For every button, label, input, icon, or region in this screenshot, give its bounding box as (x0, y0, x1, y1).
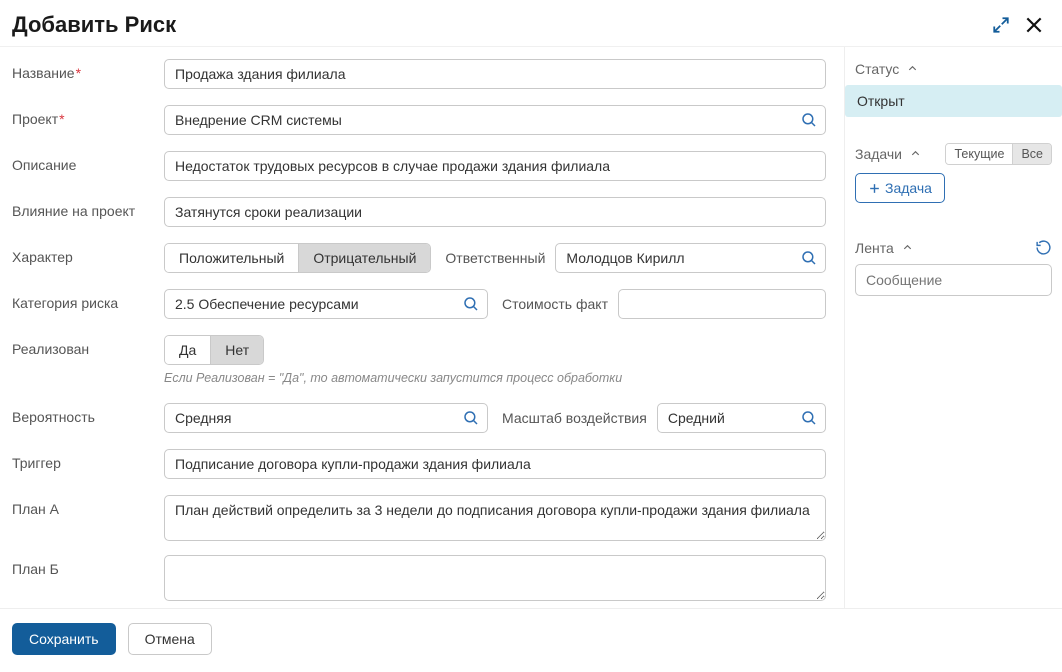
label-name: Название (12, 59, 164, 81)
add-task-label: Задача (885, 180, 932, 196)
status-section-header[interactable]: Статус (855, 61, 1052, 77)
realized-yes[interactable]: Да (165, 336, 210, 364)
header-actions (992, 15, 1044, 35)
feed-section-label: Лента (855, 240, 894, 256)
impact-input[interactable] (164, 197, 826, 227)
label-description: Описание (12, 151, 164, 173)
actual-cost-input[interactable] (618, 289, 826, 319)
nature-toggle: Положительный Отрицательный (164, 243, 431, 273)
plan-a-textarea[interactable] (164, 495, 826, 541)
label-impact: Влияние на проект (12, 197, 164, 219)
trigger-input[interactable] (164, 449, 826, 479)
nature-positive[interactable]: Положительный (165, 244, 298, 272)
plus-icon (868, 182, 881, 195)
feed-message-input[interactable] (855, 264, 1052, 296)
add-task-button[interactable]: Задача (855, 173, 945, 203)
expand-icon[interactable] (992, 16, 1010, 34)
status-badge[interactable]: Открыт (845, 85, 1062, 117)
label-actual-cost: Стоимость факт (502, 296, 608, 312)
dialog-footer: Сохранить Отмена (0, 608, 1062, 669)
label-trigger: Триггер (12, 449, 164, 471)
label-project: Проект (12, 105, 164, 127)
project-lookup[interactable] (164, 105, 826, 135)
feed-section-header[interactable]: Лента (855, 239, 1052, 256)
close-icon[interactable] (1024, 15, 1044, 35)
label-plan-a: План А (12, 495, 164, 517)
realized-no[interactable]: Нет (210, 336, 263, 364)
status-section-label: Статус (855, 61, 899, 77)
tasks-filter-all[interactable]: Все (1012, 144, 1051, 164)
category-lookup[interactable] (164, 289, 488, 319)
plan-b-textarea[interactable] (164, 555, 826, 601)
search-icon[interactable] (800, 111, 818, 129)
chevron-up-icon (907, 63, 918, 74)
search-icon[interactable] (462, 295, 480, 313)
label-probability: Вероятность (12, 403, 164, 425)
label-responsible: Ответственный (445, 250, 545, 266)
tasks-filter-current[interactable]: Текущие (946, 144, 1012, 164)
name-input[interactable] (164, 59, 826, 89)
label-plan-b: План Б (12, 555, 164, 577)
tasks-section-header[interactable]: Задачи Текущие Все (855, 143, 1052, 165)
tasks-section-label: Задачи (855, 146, 902, 162)
dialog-body: Название Проект Описание (0, 46, 1062, 608)
realized-toggle: Да Нет (164, 335, 264, 365)
chevron-up-icon (902, 242, 913, 253)
refresh-icon[interactable] (1035, 239, 1052, 256)
label-scale: Масштаб воздействия (502, 410, 647, 426)
search-icon[interactable] (462, 409, 480, 427)
description-input[interactable] (164, 151, 826, 181)
cancel-button[interactable]: Отмена (128, 623, 212, 655)
page-title: Добавить Риск (12, 12, 176, 38)
dialog-header: Добавить Риск (0, 0, 1062, 46)
responsible-lookup[interactable] (555, 243, 826, 273)
label-realized: Реализован (12, 335, 164, 357)
search-icon[interactable] (800, 409, 818, 427)
side-panel: Статус Открыт Задачи Текущие Все (844, 47, 1062, 608)
label-nature: Характер (12, 243, 164, 265)
chevron-up-icon (910, 148, 921, 159)
realized-hint: Если Реализован = "Да", то автоматически… (164, 371, 622, 385)
save-button[interactable]: Сохранить (12, 623, 116, 655)
form-main: Название Проект Описание (0, 47, 844, 608)
nature-negative[interactable]: Отрицательный (298, 244, 430, 272)
probability-lookup[interactable] (164, 403, 488, 433)
label-category: Категория риска (12, 289, 164, 311)
tasks-filter: Текущие Все (945, 143, 1052, 165)
search-icon[interactable] (800, 249, 818, 267)
